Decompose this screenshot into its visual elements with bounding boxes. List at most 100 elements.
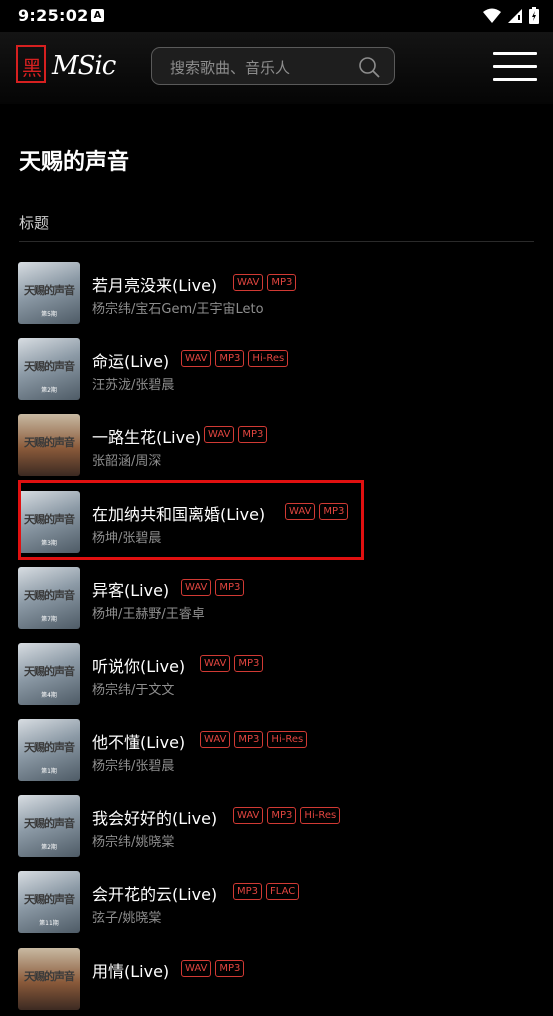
notification-icon: A <box>91 9 104 22</box>
song-title[interactable]: 听说你(Live) <box>92 653 185 677</box>
song-artist: 杨宗纬/宝石Gem/王宇宙Leto <box>92 302 264 317</box>
cover-episode: 第2期 <box>41 844 57 851</box>
song-row[interactable]: 天赐的声音 第1期 他不懂(Live) WAV MP3 Hi-Res 杨宗纬/张碧晨 <box>0 711 553 787</box>
cover-title: 天赐的声音 <box>24 741 75 754</box>
format-badge: WAV <box>181 350 212 367</box>
song-artist: 汪苏泷/张碧晨 <box>92 378 175 393</box>
format-tags: WAV MP3 Hi-Res <box>181 350 289 367</box>
song-row[interactable]: 天赐的声音 第4期 听说你(Live) WAV MP3 杨宗纬/于文文 <box>0 635 553 711</box>
hamburger-menu-icon[interactable] <box>493 52 537 82</box>
cover-episode: 第4期 <box>41 692 57 699</box>
cover-episode: 第5期 <box>41 311 57 318</box>
album-cover[interactable]: 天赐的声音第4期 <box>18 643 80 705</box>
format-badge: MP3 <box>215 350 245 367</box>
song-artist: 杨宗纬/于文文 <box>92 683 175 698</box>
wifi-icon <box>483 8 501 23</box>
format-badge: Hi-Res <box>267 731 308 748</box>
format-badge: Hi-Res <box>300 807 341 824</box>
cover-title: 天赐的声音 <box>24 436 75 449</box>
format-badge: WAV <box>204 426 235 443</box>
song-title[interactable]: 一路生花(Live) <box>92 424 201 448</box>
song-artist: 弦子/姚晓棠 <box>92 911 162 926</box>
selection-highlight <box>18 480 364 560</box>
format-badge: WAV <box>233 274 264 291</box>
format-badge: MP3 <box>215 579 245 596</box>
signal-icon <box>508 8 522 23</box>
song-row[interactable]: 天赐的声音 第2期 命运(Live) WAV MP3 Hi-Res 汪苏泷/张碧晨 <box>0 330 553 406</box>
song-artist: 杨宗纬/张碧晨 <box>92 759 175 774</box>
song-row[interactable]: 天赐的声音 一路生花(Live) WAV MP3 张韶涵/周深 <box>0 406 553 482</box>
format-badge: WAV <box>200 731 231 748</box>
song-title[interactable]: 我会好好的(Live) <box>92 805 217 829</box>
format-badge: MP3 <box>267 807 297 824</box>
song-row[interactable]: 天赐的声音 第5期 若月亮没来(Live) WAV MP3 杨宗纬/宝石Gem/王宇宙Le… <box>0 254 553 330</box>
divider <box>19 241 534 242</box>
album-cover[interactable]: 天赐的声音第7期 <box>18 567 80 629</box>
album-cover[interactable]: 天赐的声音第2期 <box>18 338 80 400</box>
status-bar: 9:25:02 A <box>0 0 553 32</box>
cover-episode: 第1期 <box>41 768 57 775</box>
logo-char: 黑 <box>22 56 42 80</box>
album-cover[interactable]: 天赐的声音 <box>18 948 80 1010</box>
song-title[interactable]: 他不懂(Live) <box>92 729 185 753</box>
album-cover[interactable]: 天赐的声音第11期 <box>18 871 80 933</box>
battery-icon <box>529 7 539 24</box>
format-tags: WAV MP3 Hi-Res <box>233 807 341 824</box>
app-logo[interactable]: 黑 MSic <box>16 43 116 85</box>
format-badge: MP3 <box>234 655 264 672</box>
search-placeholder: 搜索歌曲、音乐人 <box>170 59 291 77</box>
format-tags: WAV MP3 <box>200 655 264 672</box>
format-badge: MP3 <box>238 426 268 443</box>
song-row[interactable]: 天赐的声音 第7期 异客(Live) WAV MP3 杨坤/王赫野/王睿卓 <box>0 559 553 635</box>
cover-title: 天赐的声音 <box>24 970 75 983</box>
cover-title: 天赐的声音 <box>24 284 75 297</box>
format-badge: MP3 <box>234 731 264 748</box>
song-title[interactable]: 若月亮没来(Live) <box>92 272 217 296</box>
format-badge: MP3 <box>215 960 245 977</box>
format-badge: WAV <box>181 579 212 596</box>
format-tags: WAV MP3 <box>233 274 297 291</box>
cover-title: 天赐的声音 <box>24 589 75 602</box>
cover-episode: 第7期 <box>41 616 57 623</box>
format-tags: WAV MP3 <box>204 426 268 443</box>
format-badge: Hi-Res <box>248 350 289 367</box>
song-title[interactable]: 异客(Live) <box>92 577 169 601</box>
format-tags: WAV MP3 <box>181 579 245 596</box>
song-title[interactable]: 会开花的云(Live) <box>92 881 217 905</box>
status-icons <box>483 7 539 24</box>
search-input[interactable]: 搜索歌曲、音乐人 <box>151 47 395 85</box>
format-badge: MP3 <box>233 883 263 900</box>
logo-text: MSic <box>52 51 116 81</box>
format-badge: FLAC <box>266 883 300 900</box>
format-badge: WAV <box>233 807 264 824</box>
search-icon[interactable] <box>358 56 380 78</box>
song-title[interactable]: 命运(Live) <box>92 348 169 372</box>
song-row[interactable]: 天赐的声音 用情(Live) WAV MP3 <box>0 940 553 1016</box>
album-cover[interactable]: 天赐的声音第1期 <box>18 719 80 781</box>
album-cover[interactable]: 天赐的声音第5期 <box>18 262 80 324</box>
format-tags: WAV MP3 Hi-Res <box>200 731 308 748</box>
song-title[interactable]: 用情(Live) <box>92 958 169 982</box>
format-badge: MP3 <box>267 274 297 291</box>
format-tags: WAV MP3 <box>181 960 245 977</box>
album-cover[interactable]: 天赐的声音第2期 <box>18 795 80 857</box>
cover-title: 天赐的声音 <box>24 817 75 830</box>
logo-seal-icon: 黑 <box>16 45 46 83</box>
song-row[interactable]: 天赐的声音 第2期 我会好好的(Live) WAV MP3 Hi-Res 杨宗纬/姚晓棠 <box>0 787 553 863</box>
cover-title: 天赐的声音 <box>24 360 75 373</box>
page-title: 天赐的声音 <box>19 150 130 175</box>
format-tags: MP3 FLAC <box>233 883 300 900</box>
song-artist: 张韶涵/周深 <box>92 454 162 469</box>
song-artist: 杨宗纬/姚晓棠 <box>92 835 175 850</box>
song-row[interactable]: 天赐的声音 第11期 会开花的云(Live) MP3 FLAC 弦子/姚晓棠 <box>0 863 553 939</box>
format-badge: WAV <box>200 655 231 672</box>
cover-episode: 第2期 <box>41 387 57 394</box>
column-header-title: 标题 <box>19 214 50 232</box>
format-badge: WAV <box>181 960 212 977</box>
song-artist: 杨坤/王赫野/王睿卓 <box>92 607 205 622</box>
cover-title: 天赐的声音 <box>24 893 75 906</box>
status-time: 9:25:02 <box>18 6 89 25</box>
cover-title: 天赐的声音 <box>24 665 75 678</box>
album-cover[interactable]: 天赐的声音 <box>18 414 80 476</box>
cover-episode: 第11期 <box>39 920 59 927</box>
